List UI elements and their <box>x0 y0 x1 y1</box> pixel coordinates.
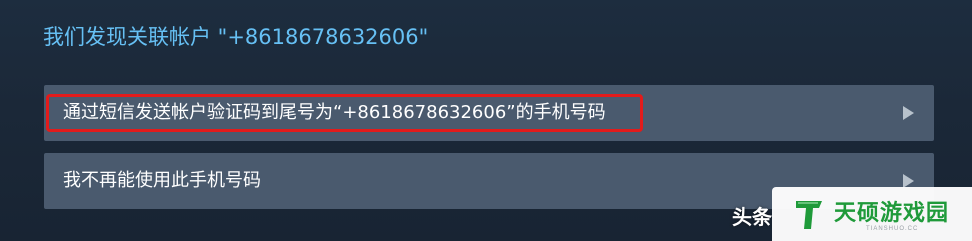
watermark-domain: TIANSHUO.CC <box>866 226 919 232</box>
send-sms-code-label: 通过短信发送帐户验证码到尾号为“+8618678632606”的手机号码 <box>63 102 606 123</box>
chevron-right-icon <box>903 106 914 120</box>
watermark-brand: 天硕游戏园 <box>834 201 950 226</box>
watermark-toutiao-text: 头条 <box>732 205 772 229</box>
cannot-use-phone-label: 我不再能使用此手机号码 <box>63 170 261 191</box>
send-sms-code-option[interactable]: 通过短信发送帐户验证码到尾号为“+8618678632606”的手机号码 <box>44 85 934 141</box>
watermark-badge: 天硕游戏园 TIANSHUO.CC <box>772 187 972 241</box>
page-heading: 我们发现关联帐户 "+8618678632606" <box>43 25 429 49</box>
t-logo-icon <box>796 201 822 229</box>
chevron-right-icon <box>903 174 914 188</box>
